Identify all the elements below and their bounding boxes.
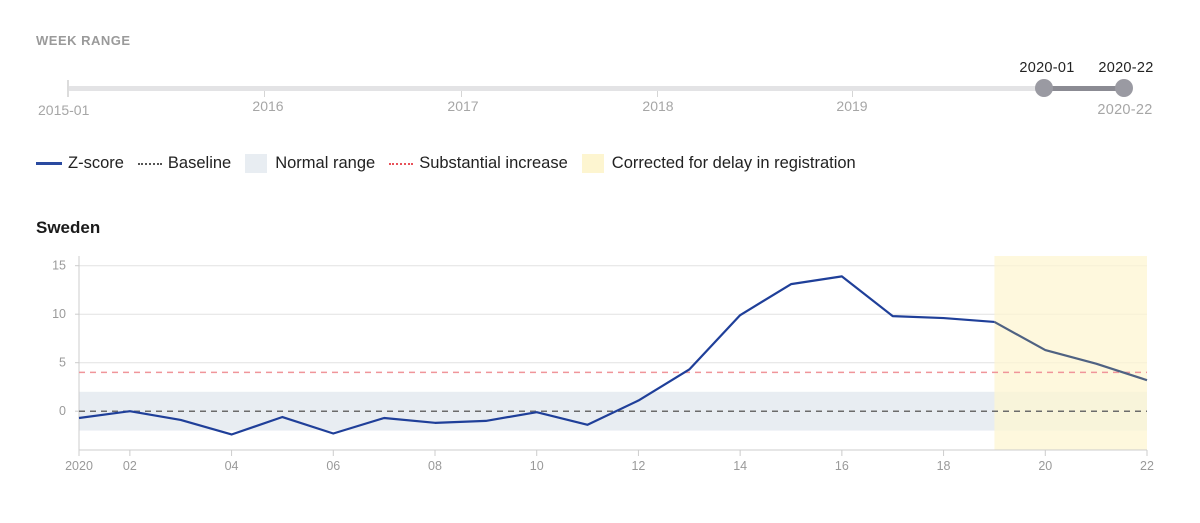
x-tick-label: 02 bbox=[123, 459, 137, 473]
x-tick-label: 08 bbox=[428, 459, 442, 473]
y-tick-label: 10 bbox=[52, 307, 66, 321]
x-tick-label: 22 bbox=[1140, 459, 1154, 473]
y-tick-label: 5 bbox=[59, 356, 66, 370]
y-tick-label: 15 bbox=[52, 259, 66, 273]
x-tick-label: 16 bbox=[835, 459, 849, 473]
x-tick-label: 06 bbox=[326, 459, 340, 473]
x-tick-label: 12 bbox=[631, 459, 645, 473]
x-tick-label: 2020 bbox=[65, 459, 93, 473]
zscore-chart: 0 5 10 15 2020 02 04 06 08 10 12 14 16 18 20 22 bbox=[52, 256, 1154, 473]
corrected-band bbox=[994, 256, 1147, 450]
x-tick-label: 10 bbox=[530, 459, 544, 473]
x-tick-label: 20 bbox=[1038, 459, 1052, 473]
x-tick-label: 18 bbox=[937, 459, 951, 473]
x-tick-label: 14 bbox=[733, 459, 747, 473]
x-tick-label: 04 bbox=[225, 459, 239, 473]
y-tick-label: 0 bbox=[59, 404, 66, 418]
